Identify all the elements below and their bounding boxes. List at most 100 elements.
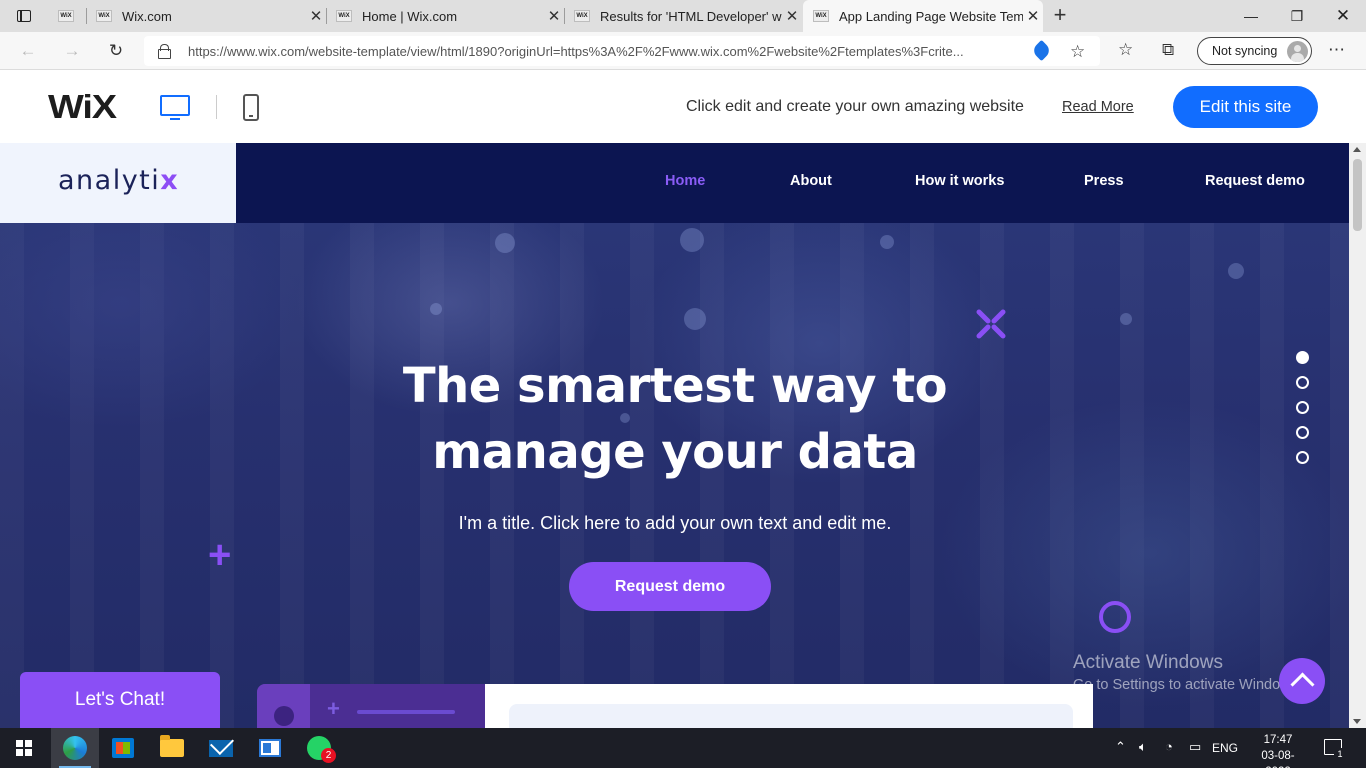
tab-title: Home | Wix.com [362, 8, 458, 24]
forward-arrow-icon[interactable]: → [58, 38, 86, 64]
scroll-thumb[interactable] [1353, 159, 1362, 231]
slider-dots [1296, 351, 1309, 476]
plus-decoration-icon: + [208, 533, 232, 577]
favorites-icon[interactable]: ☆ [1118, 40, 1133, 60]
close-tab-icon[interactable]: ✕ [544, 7, 564, 25]
nav-about[interactable]: About [790, 173, 832, 189]
url-text[interactable]: https://www.wix.com/website-template/vie… [188, 44, 1028, 59]
edit-this-site-button[interactable]: Edit this site [1173, 86, 1318, 128]
wix-favicon-icon: WiX [574, 10, 590, 22]
x-decoration-icon [976, 309, 1006, 339]
page-scrollbar[interactable] [1349, 143, 1366, 728]
language-indicator[interactable]: ENG [1212, 741, 1238, 755]
lock-icon[interactable] [158, 44, 171, 59]
windows-taskbar: 2 ⌃ 🔈︎ ◔ ▭ ENG 17:47 03-08-2022 1 [0, 728, 1366, 768]
slider-dot[interactable] [1296, 376, 1309, 389]
avatar [1287, 41, 1308, 62]
slider-dot[interactable] [1296, 451, 1309, 464]
nav-home[interactable]: Home [665, 173, 705, 189]
tab-title: Wix.com [122, 8, 172, 24]
more-options-icon[interactable]: ⋯ [1328, 40, 1345, 60]
maximize-button[interactable]: ❐ [1274, 0, 1320, 32]
lets-chat-button[interactable]: Let's Chat! [20, 672, 220, 728]
browser-toolbar: ← → ↻ https://www.wix.com/website-templa… [0, 32, 1366, 70]
desktop-view-icon[interactable] [160, 95, 190, 120]
sync-label: Not syncing [1212, 44, 1278, 58]
close-tab-icon[interactable]: ✕ [1023, 7, 1043, 25]
nav-request-demo[interactable]: Request demo [1205, 173, 1305, 189]
edge-icon [63, 736, 87, 760]
tab-title: App Landing Page Website Temp [839, 8, 1023, 24]
network-icon[interactable]: ◔ [1165, 739, 1173, 754]
refresh-icon[interactable]: ↻ [102, 38, 130, 64]
taskbar-store[interactable] [99, 728, 147, 768]
store-icon [112, 738, 134, 758]
app-mockup-content [485, 684, 1093, 728]
notification-count: 1 [1334, 748, 1346, 760]
clock[interactable]: 17:47 03-08-2022 [1254, 732, 1302, 768]
clock-date: 03-08-2022 [1261, 750, 1295, 768]
scroll-to-top-button[interactable] [1279, 658, 1325, 704]
app-mockup-sidebar: + [257, 684, 485, 728]
windows-start-icon[interactable] [16, 740, 32, 756]
chevron-up-icon[interactable]: ⌃ [1115, 739, 1126, 755]
tab-wix-com[interactable]: WiX Wix.com ✕ [86, 0, 326, 32]
scroll-down-icon[interactable] [1353, 719, 1361, 724]
folder-icon [160, 735, 184, 757]
tab-title: Results for 'HTML Developer' we [600, 8, 782, 24]
close-tab-icon[interactable]: ✕ [782, 7, 802, 25]
display-icon[interactable]: ▭ [1189, 739, 1201, 755]
collections-icon[interactable]: ⧉ [1162, 40, 1174, 60]
scroll-up-icon[interactable] [1353, 147, 1361, 152]
wix-logo[interactable]: WiX [48, 88, 117, 126]
new-tab-button[interactable]: + [1048, 4, 1072, 28]
taskbar-mail[interactable] [197, 728, 245, 768]
wix-preview-header: WiX Click edit and create your own amazi… [0, 71, 1366, 143]
analytix-logo[interactable]: analytix [58, 165, 179, 196]
wix-favicon-icon: WiX [96, 10, 112, 22]
tab-app-landing-active[interactable]: WiX App Landing Page Website Temp ✕ [803, 0, 1043, 32]
tab-actions-icon[interactable] [10, 5, 38, 27]
tab-home-wix[interactable]: WiX Home | Wix.com ✕ [326, 0, 564, 32]
nav-how-it-works[interactable]: How it works [915, 173, 1004, 189]
mobile-view-icon[interactable] [243, 94, 259, 121]
wix-favicon-icon: WiX [58, 10, 74, 22]
back-arrow-icon[interactable]: ← [14, 38, 42, 64]
mail-icon [209, 739, 233, 757]
wix-favicon-icon: WiX [813, 10, 829, 22]
hero-subtitle: I'm a title. Click here to add your own … [458, 513, 892, 533]
slider-dot[interactable] [1296, 351, 1309, 364]
taskbar-news[interactable] [246, 728, 294, 768]
tab-results[interactable]: WiX Results for 'HTML Developer' we ✕ [564, 0, 802, 32]
address-bar[interactable]: https://www.wix.com/website-template/vie… [144, 36, 1100, 66]
wix-promo-message: Click edit and create your own amazing w… [686, 98, 1024, 115]
taskbar-whatsapp[interactable]: 2 [295, 728, 343, 768]
close-tab-icon[interactable]: ✕ [306, 7, 326, 25]
site-logo-box[interactable]: analytix [0, 143, 236, 223]
activate-windows-hint: Go to Settings to activate Windows. [1073, 677, 1302, 693]
slider-dot[interactable] [1296, 426, 1309, 439]
taskbar-edge[interactable] [51, 728, 99, 768]
coupon-tag-icon[interactable] [1030, 39, 1053, 62]
clock-time: 17:47 [1263, 734, 1293, 746]
add-favorite-icon[interactable]: ☆ [1070, 42, 1085, 62]
tab-pinned[interactable]: WiX [48, 0, 84, 32]
read-more-link[interactable]: Read More [1062, 99, 1134, 115]
request-demo-button[interactable]: Request demo [569, 562, 771, 611]
activate-windows-title: Activate Windows [1073, 652, 1223, 673]
whatsapp-badge: 2 [321, 748, 336, 763]
divider [216, 95, 217, 119]
close-window-button[interactable]: ✕ [1320, 0, 1366, 32]
site-preview: analytix Home About How it works Press R… [0, 143, 1349, 728]
hero-title: The smartest way to manage your data [402, 358, 948, 480]
ring-decoration-icon [1099, 601, 1131, 633]
minimize-button[interactable]: — [1228, 0, 1274, 32]
volume-icon[interactable]: 🔈︎ [1139, 739, 1147, 755]
nav-press[interactable]: Press [1084, 173, 1124, 189]
slider-dot[interactable] [1296, 401, 1309, 414]
browser-tab-strip: WiX WiX Wix.com ✕ WiX Home | Wix.com ✕ W… [0, 0, 1366, 32]
news-icon [259, 739, 281, 757]
wix-favicon-icon: WiX [336, 10, 352, 22]
profile-sync-button[interactable]: Not syncing [1197, 37, 1312, 65]
taskbar-explorer[interactable] [148, 728, 196, 768]
